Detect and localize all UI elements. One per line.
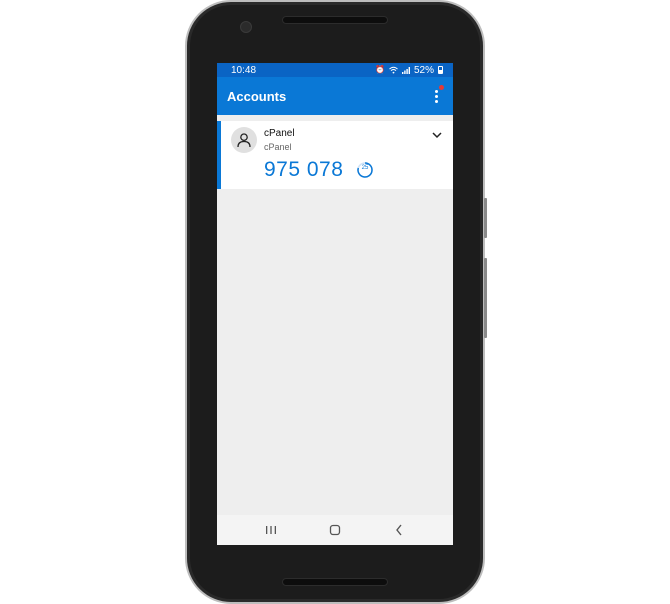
home-icon[interactable] — [325, 520, 345, 540]
more-vertical-icon[interactable] — [431, 85, 444, 106]
status-icons: ⏰ 52% — [375, 65, 443, 76]
back-icon[interactable] — [389, 520, 409, 540]
person-icon — [231, 127, 257, 153]
front-camera — [240, 21, 252, 33]
signal-icon — [401, 67, 410, 74]
chevron-down-icon[interactable] — [431, 129, 443, 141]
battery-percent: 52% — [413, 64, 434, 76]
navigation-bar — [217, 515, 453, 545]
account-name: cPanel — [264, 128, 295, 139]
notification-dot — [439, 85, 444, 90]
phone-screen: 10:48 ⏰ 52% Accounts cPanel cPanel 975 0… — [217, 63, 453, 545]
power-button — [484, 258, 487, 338]
status-time: 10:48 — [231, 64, 257, 76]
app-bar: Accounts — [217, 77, 453, 115]
countdown-seconds: 25 — [361, 165, 369, 171]
account-issuer: cPanel — [264, 142, 292, 152]
alarm-icon: ⏰ — [375, 65, 385, 74]
otp-code[interactable]: 975 078 — [264, 158, 343, 182]
account-card[interactable]: cPanel cPanel 975 078 25 — [217, 121, 453, 189]
volume-button — [484, 198, 487, 238]
speaker-grille — [282, 578, 388, 586]
recents-icon[interactable] — [261, 520, 281, 540]
wifi-icon — [389, 66, 398, 74]
status-bar: 10:48 ⏰ 52% — [217, 63, 453, 77]
battery-icon — [438, 66, 443, 74]
earpiece-grille — [282, 16, 388, 24]
page-title: Accounts — [227, 88, 287, 104]
